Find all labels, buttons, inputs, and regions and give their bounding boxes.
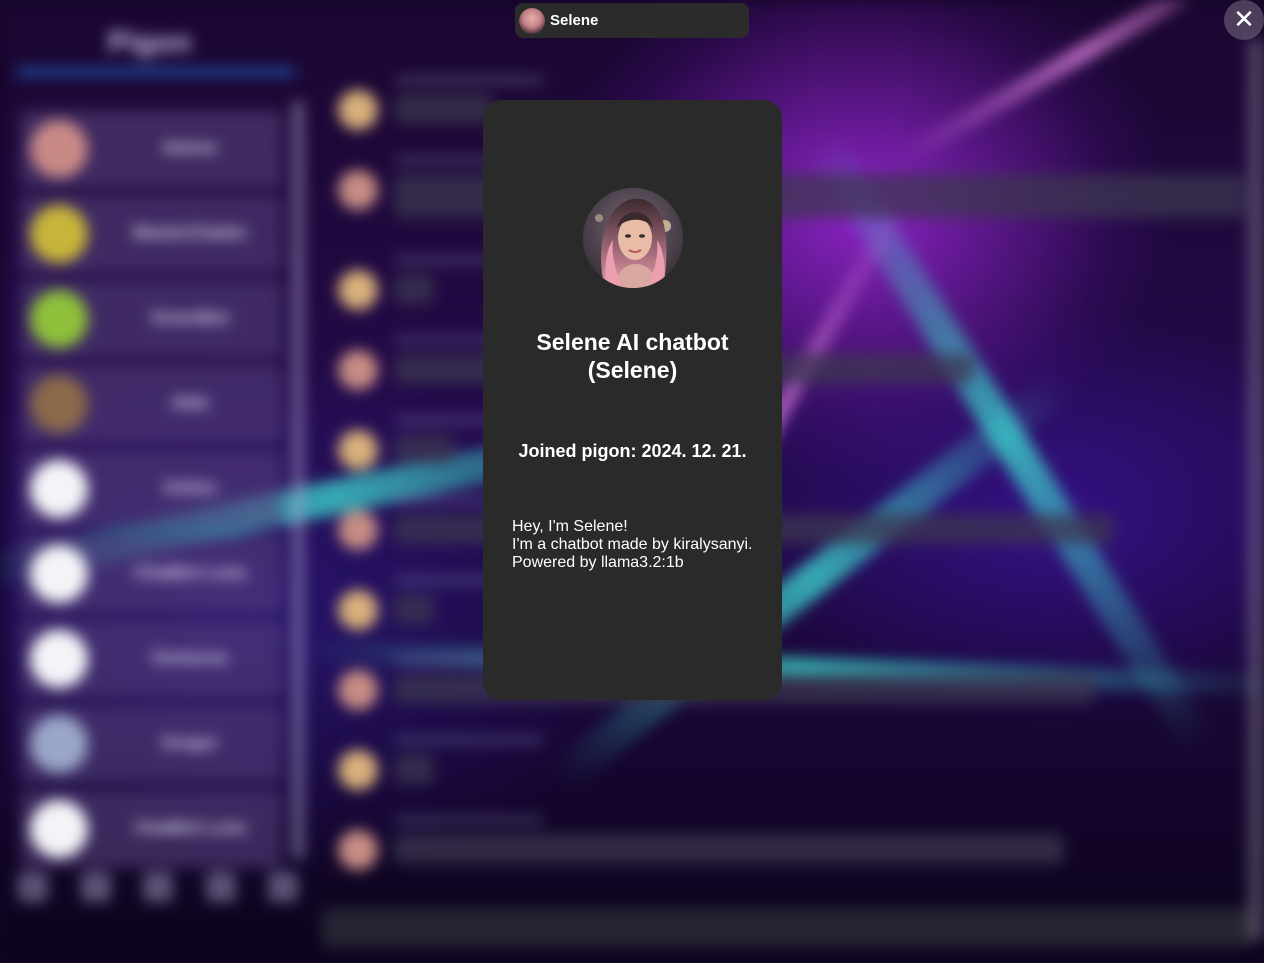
contact-item[interactable]: ChatBot Luna (20, 790, 282, 868)
avatar (338, 430, 378, 470)
profile-avatar (583, 188, 683, 288)
avatar (30, 120, 88, 178)
logout-icon (268, 872, 298, 902)
profile-card: Selene AI chatbot (Selene) Joined pigon:… (483, 100, 782, 700)
avatar (338, 510, 378, 550)
contact-item[interactable]: Someone (20, 620, 282, 698)
light-beam (895, 0, 1264, 167)
user-avatar-icon (519, 7, 545, 34)
avatar (30, 715, 88, 773)
profile-display-name: Selene AI chatbot (Selene) (536, 329, 729, 383)
contact-name: Gregor (161, 733, 219, 752)
avatar (338, 590, 378, 630)
avatar (338, 750, 378, 790)
contact-name: Selene (162, 138, 218, 157)
contact-name: Online (163, 478, 217, 497)
avatar (338, 170, 378, 210)
avatar (30, 460, 88, 518)
sidebar-underline (16, 68, 296, 76)
search-icon (80, 872, 111, 902)
avatar (30, 205, 88, 263)
sidebar-title: Pigon (108, 26, 192, 59)
close-button[interactable]: ✕ (1224, 0, 1264, 40)
contact-item[interactable]: GreenBot (20, 280, 282, 358)
avatar (338, 830, 378, 870)
contact-list: Selene MasterChatter GreenBot Aldo Onlin… (20, 110, 282, 875)
contact-name: MasterChatter (132, 223, 248, 242)
call-icon (205, 872, 236, 902)
avatar (338, 350, 378, 390)
contact-name: Aldo (171, 393, 209, 412)
profile-joined-date: Joined pigon: 2024. 12. 21. (518, 441, 747, 461)
contact-item[interactable]: Gregor (20, 705, 282, 783)
avatar (30, 800, 88, 858)
contact-name: ChatBot Luna (134, 563, 246, 582)
contact-item[interactable]: Selene (20, 110, 282, 188)
portrait-image (583, 188, 683, 288)
chat-tab-name: Selene (550, 12, 599, 29)
chat-scrollbar (1248, 40, 1264, 940)
contact-item[interactable]: ChatBot Luna (20, 535, 282, 613)
avatar (30, 290, 88, 348)
sidebar-scrollbar (292, 100, 304, 860)
contact-item[interactable]: MasterChatter (20, 195, 282, 273)
chat-tab[interactable]: Selene (515, 3, 749, 38)
image-icon (143, 872, 173, 902)
settings-icon (18, 872, 48, 902)
avatar (338, 90, 378, 130)
contact-name: ChatBot Luna (134, 818, 246, 837)
profile-bio: Hey, I'm Selene! I'm a chatbot made by k… (512, 518, 753, 571)
avatar (30, 375, 88, 433)
avatar (30, 630, 88, 688)
contact-item[interactable]: Aldo (20, 365, 282, 443)
avatar (338, 270, 378, 310)
contact-name: GreenBot (151, 308, 229, 327)
close-icon: ✕ (1233, 4, 1255, 34)
contact-name: Someone (151, 648, 229, 667)
sidebar-toolbar (18, 872, 298, 902)
contact-item[interactable]: Online (20, 450, 282, 528)
avatar (338, 670, 378, 710)
avatar (30, 545, 88, 603)
message-composer (322, 908, 1252, 948)
